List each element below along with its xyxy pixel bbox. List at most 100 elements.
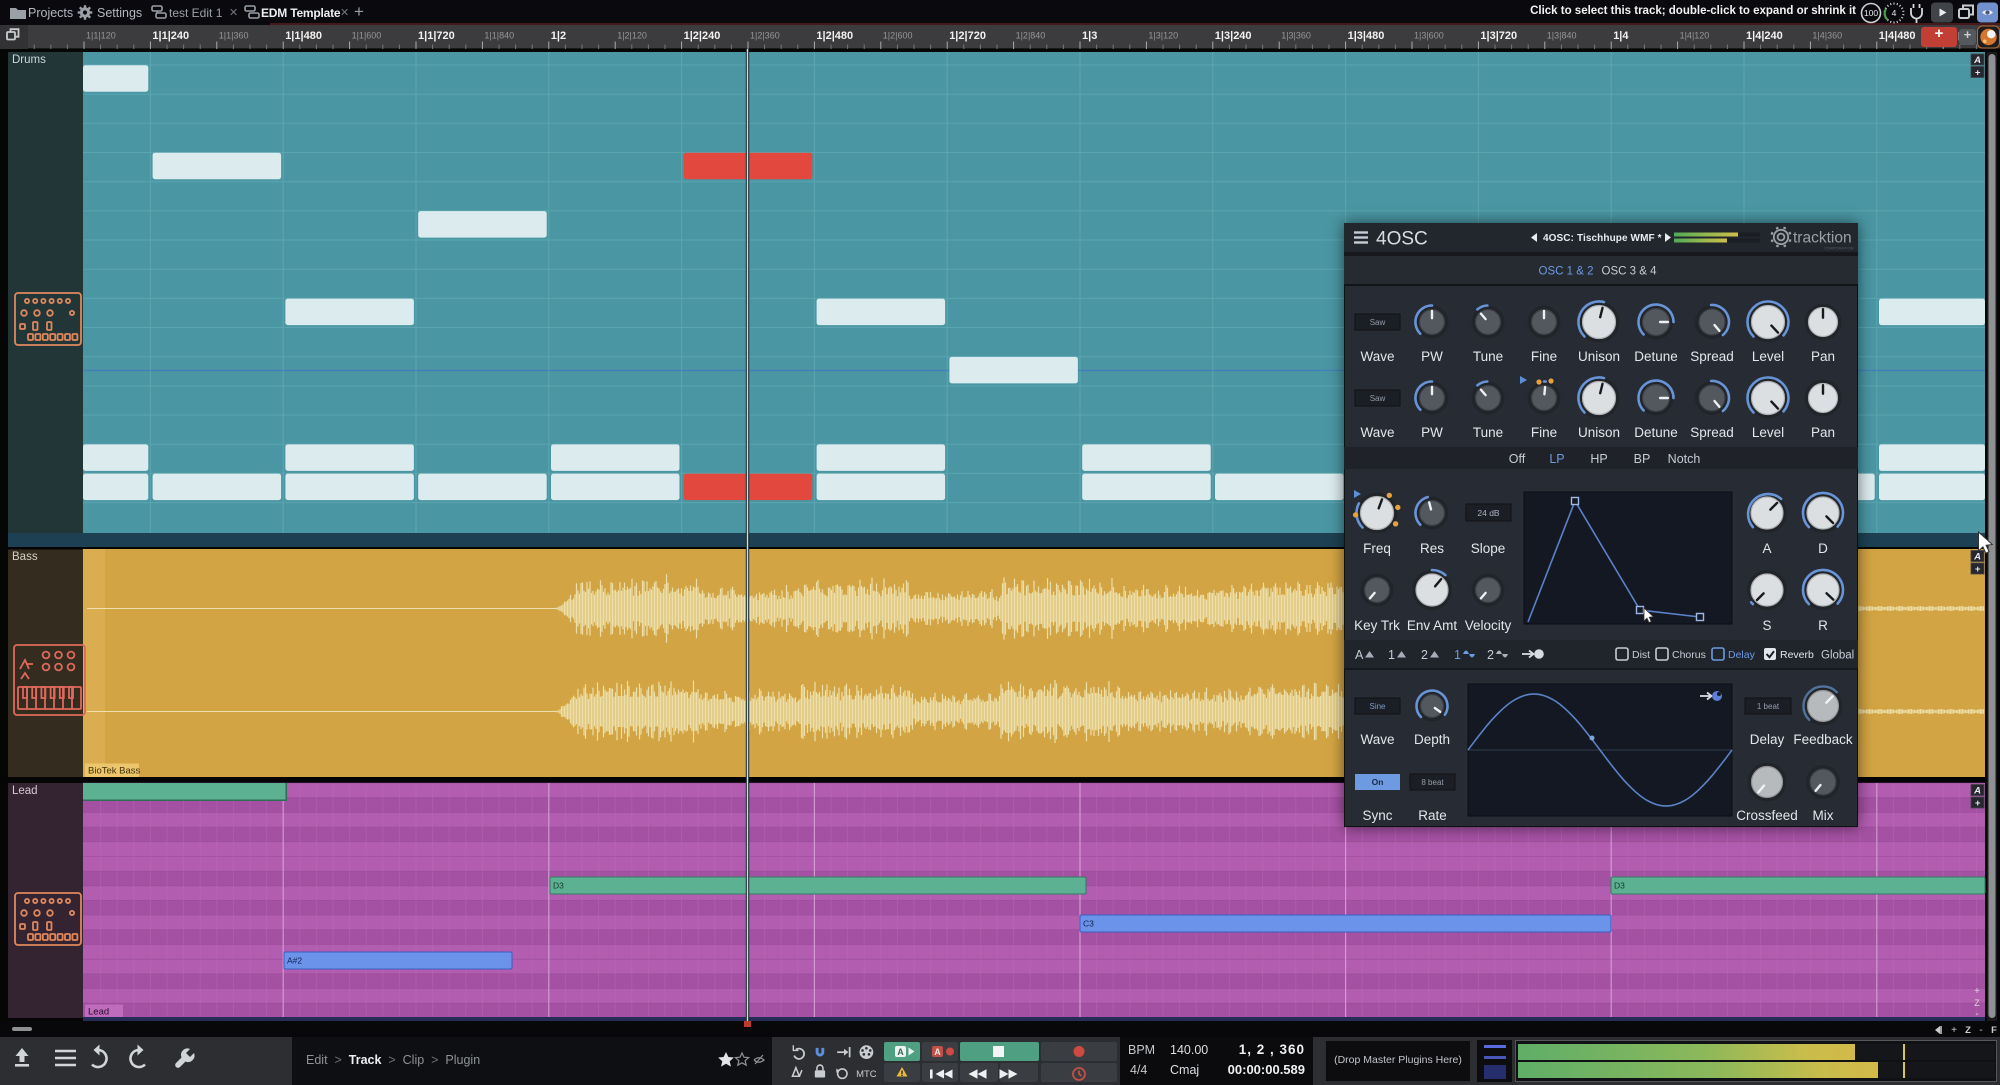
svg-text:1|2|120: 1|2|120 <box>617 31 647 41</box>
svg-text:S: S <box>1762 618 1771 633</box>
svg-text:4: 4 <box>1892 8 1897 18</box>
svg-text:A: A <box>1762 541 1771 556</box>
svg-text:D3: D3 <box>553 881 564 891</box>
svg-text:BioTek Bass: BioTek Bass <box>88 766 141 777</box>
svg-text:1: 1 <box>1388 648 1395 662</box>
svg-text:8 beat: 8 beat <box>1421 778 1444 787</box>
svg-text:1|2: 1|2 <box>551 30 566 42</box>
svg-text:Mix: Mix <box>1813 808 1834 823</box>
svg-text:1|1|120: 1|1|120 <box>86 31 116 41</box>
svg-text:Rate: Rate <box>1418 808 1447 823</box>
svg-text:CORPORATION: CORPORATION <box>1824 246 1854 251</box>
svg-text:-: - <box>1979 1025 1982 1036</box>
svg-text:Fine: Fine <box>1531 425 1557 440</box>
svg-text:+: + <box>1975 798 1981 809</box>
svg-text:Global: Global <box>1821 650 1854 662</box>
svg-text:Z: Z <box>1965 1025 1971 1036</box>
svg-text:1|1|360: 1|1|360 <box>219 31 249 41</box>
svg-text:1|3|120: 1|3|120 <box>1148 31 1178 41</box>
svg-text:BP: BP <box>1634 452 1651 466</box>
svg-text:1|4|480: 1|4|480 <box>1879 30 1916 42</box>
svg-text:Res: Res <box>1420 541 1444 556</box>
svg-text:Drums: Drums <box>12 54 46 66</box>
svg-text:OSC 1 & 2: OSC 1 & 2 <box>1539 266 1594 278</box>
svg-text:HP: HP <box>1590 452 1607 466</box>
svg-text:1|3|360: 1|3|360 <box>1281 31 1311 41</box>
svg-text:2: 2 <box>1487 648 1494 662</box>
svg-text:Unison: Unison <box>1578 349 1620 364</box>
svg-text:1|2|720: 1|2|720 <box>949 30 986 42</box>
svg-text:2: 2 <box>1421 648 1428 662</box>
svg-text:Pan: Pan <box>1811 349 1835 364</box>
svg-text:100: 100 <box>1864 8 1878 18</box>
svg-text:Lead: Lead <box>88 1007 109 1018</box>
svg-text:1|4|120: 1|4|120 <box>1680 31 1710 41</box>
svg-text:1 beat: 1 beat <box>1757 702 1780 711</box>
svg-text:Saw: Saw <box>1370 394 1386 403</box>
svg-text:F: F <box>1991 1025 1997 1036</box>
svg-text:Dist: Dist <box>1632 649 1650 661</box>
svg-text:1|3|480: 1|3|480 <box>1348 30 1385 42</box>
svg-text:Tune: Tune <box>1473 349 1503 364</box>
svg-text:1|4: 1|4 <box>1613 30 1629 42</box>
svg-text:1|1|480: 1|1|480 <box>285 30 322 42</box>
svg-text:Chorus: Chorus <box>1672 649 1706 661</box>
svg-text:1|2|360: 1|2|360 <box>750 31 780 41</box>
svg-text:+: + <box>1951 1025 1957 1036</box>
svg-text:+: + <box>1974 986 1980 997</box>
svg-text:Level: Level <box>1752 425 1784 440</box>
svg-text:A#2: A#2 <box>287 956 302 966</box>
svg-text:Depth: Depth <box>1414 732 1450 747</box>
svg-text:Lead: Lead <box>12 785 38 797</box>
svg-text:On: On <box>1372 777 1384 787</box>
svg-text:A: A <box>1973 786 1981 797</box>
svg-text:Detune: Detune <box>1634 425 1678 440</box>
svg-text:Fine: Fine <box>1531 349 1557 364</box>
svg-text:1|2|240: 1|2|240 <box>684 30 721 42</box>
svg-text:Sine: Sine <box>1369 702 1386 711</box>
svg-text:+: + <box>1975 564 1981 575</box>
svg-text:Pan: Pan <box>1811 425 1835 440</box>
svg-text:tracktion: tracktion <box>1793 230 1852 247</box>
svg-text:1|3|240: 1|3|240 <box>1215 30 1252 42</box>
svg-text:Spread: Spread <box>1690 425 1734 440</box>
svg-text:1|1|840: 1|1|840 <box>484 31 514 41</box>
svg-text:D: D <box>1818 541 1828 556</box>
svg-text:Delay: Delay <box>1728 649 1756 661</box>
svg-text:Env Amt: Env Amt <box>1407 618 1458 633</box>
svg-text:24 dB: 24 dB <box>1477 508 1500 518</box>
svg-text:Slope: Slope <box>1471 541 1506 556</box>
svg-text:1|3|600: 1|3|600 <box>1414 31 1444 41</box>
svg-text:PW: PW <box>1421 425 1443 440</box>
svg-text:1: 1 <box>1454 648 1461 662</box>
svg-text:1|3|720: 1|3|720 <box>1480 30 1517 42</box>
svg-text:Unison: Unison <box>1578 425 1620 440</box>
svg-text:1|2|480: 1|2|480 <box>816 30 853 42</box>
svg-text:Off: Off <box>1509 452 1526 466</box>
svg-text:1|1|600: 1|1|600 <box>352 31 382 41</box>
svg-text:1|4|360: 1|4|360 <box>1812 31 1842 41</box>
svg-text:Crossfeed: Crossfeed <box>1736 808 1798 823</box>
svg-text:4OSC: Tischhupe WMF *: 4OSC: Tischhupe WMF * <box>1543 233 1662 244</box>
svg-text:Wave: Wave <box>1360 349 1394 364</box>
svg-text:Bass: Bass <box>12 551 38 563</box>
svg-text:Key Trk: Key Trk <box>1354 618 1400 633</box>
svg-text:Saw: Saw <box>1370 318 1386 327</box>
svg-text:4OSC: 4OSC <box>1376 229 1428 250</box>
svg-text:MTC: MTC <box>856 1069 877 1080</box>
svg-text:A: A <box>1973 552 1981 563</box>
svg-text:-: - <box>1975 1009 1978 1020</box>
svg-text:D3: D3 <box>1614 881 1625 891</box>
svg-text:Reverb: Reverb <box>1780 649 1814 661</box>
svg-text:Freq: Freq <box>1363 541 1391 556</box>
svg-text:Notch: Notch <box>1668 452 1701 466</box>
svg-text:Velocity: Velocity <box>1465 618 1512 633</box>
svg-text:A: A <box>1973 55 1981 66</box>
svg-text:1|4|240: 1|4|240 <box>1746 30 1783 42</box>
svg-text:1|2|600: 1|2|600 <box>883 31 913 41</box>
svg-text:C3: C3 <box>1083 919 1094 929</box>
svg-text:A: A <box>934 1047 941 1057</box>
svg-text:Feedback: Feedback <box>1793 732 1853 747</box>
svg-text:+: + <box>1975 68 1981 79</box>
svg-text:A: A <box>1355 648 1364 662</box>
